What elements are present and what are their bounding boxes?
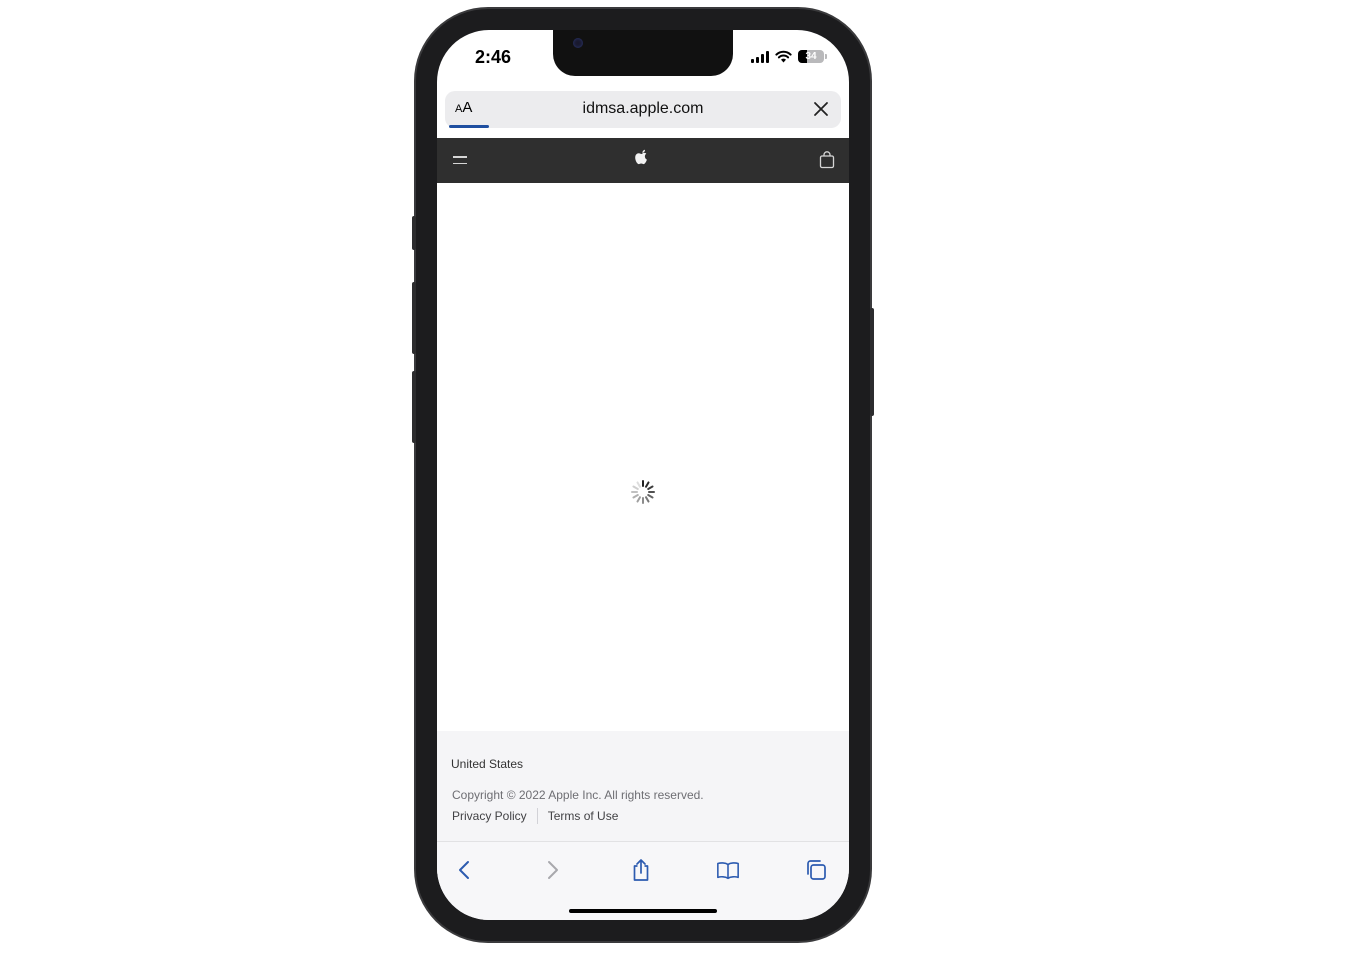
forward-button[interactable] <box>541 858 565 882</box>
volume-up-button <box>412 282 416 354</box>
close-icon[interactable] <box>813 101 829 117</box>
page-load-progress <box>449 125 489 128</box>
status-time: 2:46 <box>475 47 512 67</box>
privacy-policy-link[interactable]: Privacy Policy <box>452 809 527 823</box>
bookmarks-button[interactable] <box>716 858 740 882</box>
front-camera <box>573 38 583 48</box>
tabs-icon <box>807 860 826 880</box>
share-icon <box>633 859 649 881</box>
menu-icon[interactable] <box>453 156 467 169</box>
safari-toolbar <box>437 841 849 920</box>
forward-icon <box>548 861 558 879</box>
tabs-button[interactable] <box>804 858 828 882</box>
shopping-bag-icon[interactable] <box>819 151 835 169</box>
power-button <box>870 308 874 416</box>
copyright-text: Copyright © 2022 Apple Inc. All rights r… <box>452 788 704 802</box>
apple-global-nav <box>437 138 849 183</box>
home-indicator[interactable] <box>569 909 717 913</box>
footer-links: Privacy Policy Terms of Use <box>452 808 618 824</box>
notch <box>553 30 733 76</box>
screen: 2:46 34 AA idmsa.apple.com United States… <box>437 30 849 920</box>
terms-of-use-link[interactable]: Terms of Use <box>548 809 619 823</box>
phone-frame: 2:46 34 AA idmsa.apple.com United States… <box>412 9 874 941</box>
share-button[interactable] <box>629 858 653 882</box>
footer-link-divider <box>536 808 538 824</box>
loading-spinner-icon <box>631 480 655 504</box>
status-icons: 34 <box>751 50 827 63</box>
country-selector[interactable]: United States <box>451 757 523 771</box>
back-icon <box>459 861 469 879</box>
url-bar[interactable]: AA idmsa.apple.com <box>445 91 841 128</box>
apple-logo-icon[interactable] <box>634 149 650 168</box>
volume-down-button <box>412 371 416 443</box>
cellular-signal-icon <box>751 50 769 63</box>
page-content <box>437 183 849 731</box>
battery-icon: 34 <box>798 50 827 63</box>
bookmarks-icon <box>717 862 739 880</box>
url-text[interactable]: idmsa.apple.com <box>445 100 841 118</box>
silent-switch <box>412 216 416 250</box>
page-footer: United States Copyright © 2022 Apple Inc… <box>437 731 849 841</box>
wifi-icon <box>775 50 792 63</box>
battery-level: 34 <box>805 51 817 62</box>
back-button[interactable] <box>452 858 476 882</box>
